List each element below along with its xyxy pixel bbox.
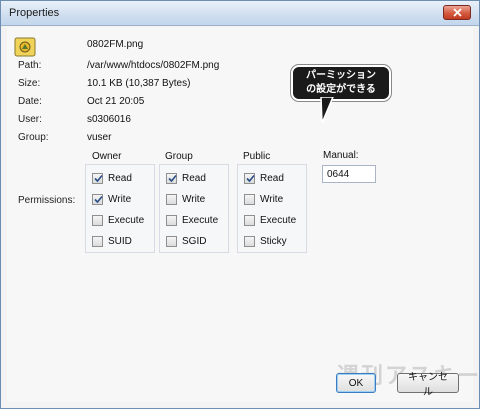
checkbox-box[interactable] (92, 194, 103, 205)
group-label: Group: (18, 132, 49, 143)
user-value: s0306016 (87, 114, 131, 125)
checkbox-box[interactable] (166, 194, 177, 205)
checkbox-box[interactable] (166, 236, 177, 247)
checkbox-label: Sticky (260, 236, 287, 247)
checkbox-label: Write (182, 194, 206, 205)
checkbox-label: Execute (108, 215, 145, 226)
checkmark-icon (94, 195, 103, 204)
checkbox-box[interactable] (92, 236, 103, 247)
permissions-label: Permissions: (18, 195, 76, 206)
checkbox-box[interactable] (244, 173, 255, 184)
manual-label: Manual: (323, 150, 359, 161)
checkbox-label: SGID (182, 236, 207, 247)
close-icon (453, 8, 462, 17)
checkbox-box[interactable] (92, 215, 103, 226)
checkbox-box[interactable] (244, 194, 255, 205)
public-permissions-group: Read Write Execute Sticky (237, 164, 307, 253)
checkbox-label: Execute (182, 215, 219, 226)
checkbox-label: SUID (108, 236, 132, 247)
size-label: Size: (18, 78, 41, 89)
checkbox-box[interactable] (166, 173, 177, 184)
checkbox-label: Write (260, 194, 284, 205)
checkmark-icon (246, 174, 255, 183)
date-value: Oct 21 20:05 (87, 96, 145, 107)
path-value: /var/www/htdocs/0802FM.png (87, 60, 220, 71)
title-bar[interactable]: Properties (1, 1, 479, 26)
date-label: Date: (18, 96, 42, 107)
checkbox-box[interactable] (244, 215, 255, 226)
size-value: 10.1 KB (10,387 Bytes) (87, 78, 191, 89)
checkbox-box[interactable] (92, 173, 103, 184)
png-file-icon (14, 37, 36, 57)
checkbox-label: Read (108, 173, 132, 184)
checkbox-box[interactable] (244, 236, 255, 247)
group-title: Group (165, 151, 193, 162)
checkbox-label: Write (108, 194, 132, 205)
callout-line-2: の設定ができる (306, 84, 376, 95)
callout-pointer (320, 97, 334, 124)
user-label: User: (18, 114, 42, 125)
file-name: 0802FM.png (87, 39, 144, 50)
checkbox-label: Execute (260, 215, 297, 226)
owner-permissions-group: Read Write Execute SUID (85, 164, 155, 253)
checkbox-label: Read (260, 173, 284, 184)
close-button[interactable] (443, 5, 471, 20)
callout-annotation: パーミッション の設定ができる (293, 67, 389, 99)
window-title: Properties (9, 7, 60, 19)
callout-line-1: パーミッション (306, 70, 376, 81)
checkbox-label: Read (182, 173, 206, 184)
checkbox-box[interactable] (166, 215, 177, 226)
manual-permission-input[interactable] (322, 165, 376, 183)
group-value: vuser (87, 132, 112, 143)
cancel-button[interactable]: キャンセル (397, 372, 459, 398)
path-label: Path: (18, 60, 42, 71)
group-permissions-group: Read Write Execute SGID (159, 164, 229, 253)
public-title: Public (243, 151, 271, 162)
owner-title: Owner (92, 151, 122, 162)
checkmark-icon (94, 174, 103, 183)
checkmark-icon (168, 174, 177, 183)
properties-dialog: Properties 0802FM.png Path: /var/www/htd… (0, 0, 480, 409)
ok-button[interactable]: OK (336, 373, 376, 393)
